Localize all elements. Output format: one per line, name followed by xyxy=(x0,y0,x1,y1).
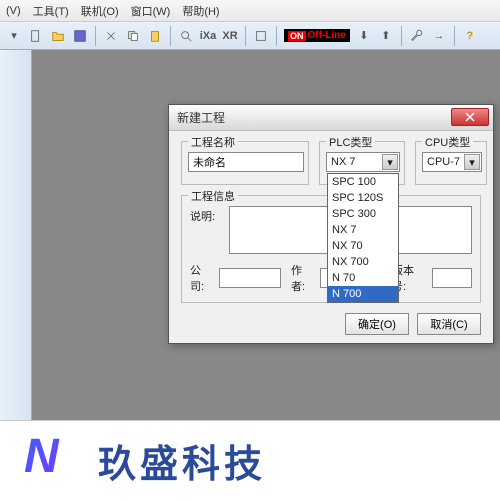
cpu-type-label: CPU类型 xyxy=(422,134,473,150)
toolbar: ▾ iXa XR ON Off-Line ⬇ ⬆ → ? xyxy=(0,22,500,50)
ok-button[interactable]: 确定(O) xyxy=(345,313,409,335)
logo-icon: N xyxy=(24,433,80,489)
menu-window[interactable]: 窗口(W) xyxy=(131,3,171,19)
menu-help[interactable]: 帮助(H) xyxy=(182,3,219,19)
plc-type-value: NX 7 xyxy=(331,156,355,168)
menu-online[interactable]: 联机(O) xyxy=(81,3,119,19)
plc-option[interactable]: SPC 120S xyxy=(328,190,398,206)
settings-icon[interactable] xyxy=(251,26,271,46)
project-info-label: 工程信息 xyxy=(188,188,238,204)
plc-option[interactable]: NX 7 xyxy=(328,222,398,238)
upload-icon[interactable]: ⬆ xyxy=(376,26,396,46)
plc-option[interactable]: SPC 300 xyxy=(328,206,398,222)
company-label: 公司: xyxy=(190,262,215,294)
on-badge: ON xyxy=(288,31,306,41)
footer: N 玖盛科技 xyxy=(0,420,500,500)
plc-type-label: PLC类型 xyxy=(326,134,375,150)
plc-dropdown: SPC 24SSPC 100SPC 120SSPC 300NX 7NX 70NX… xyxy=(327,173,399,303)
cpu-type-select[interactable]: CPU-7 ▾ xyxy=(422,152,482,172)
open-icon[interactable] xyxy=(48,26,68,46)
chevron-down-icon: ▾ xyxy=(382,154,398,170)
copy-icon[interactable] xyxy=(123,26,143,46)
close-icon xyxy=(465,112,475,122)
close-button[interactable] xyxy=(451,108,489,126)
offline-indicator[interactable]: ON Off-Line xyxy=(284,29,350,42)
menu-tools[interactable]: 工具(T) xyxy=(33,3,69,19)
dialog-titlebar: 新建工程 xyxy=(169,105,493,131)
description-label: 说明: xyxy=(190,206,223,224)
arrow-right-icon[interactable]: → xyxy=(429,26,449,46)
wrench-icon[interactable] xyxy=(407,26,427,46)
save-icon[interactable] xyxy=(70,26,90,46)
xr2-icon[interactable]: XR xyxy=(220,26,240,46)
chevron-down-icon: ▾ xyxy=(464,154,480,170)
cpu-type-value: CPU-7 xyxy=(427,156,460,168)
dialog-title: 新建工程 xyxy=(177,109,225,126)
project-name-label: 工程名称 xyxy=(188,134,238,150)
sidebar xyxy=(0,50,32,420)
project-name-input[interactable] xyxy=(188,152,304,172)
new-icon[interactable] xyxy=(26,26,46,46)
plc-option[interactable]: SPC 100 xyxy=(328,174,398,190)
cut-icon[interactable] xyxy=(101,26,121,46)
menubar: (V) 工具(T) 联机(O) 窗口(W) 帮助(H) xyxy=(0,0,500,22)
offline-text: Off-Line xyxy=(308,30,346,41)
plc-option[interactable]: N 700 xyxy=(328,286,398,302)
search-icon[interactable] xyxy=(176,26,196,46)
menu-view[interactable]: (V) xyxy=(6,5,21,17)
download-icon[interactable]: ⬇ xyxy=(354,26,374,46)
plc-option[interactable]: NX 700 xyxy=(328,254,398,270)
help-icon[interactable]: ? xyxy=(460,26,480,46)
new-project-dialog: 新建工程 工程名称 PLC类型 NX 7 ▾ SPC 24SSPC 100SPC… xyxy=(168,104,494,344)
plc-option[interactable]: NX 70 xyxy=(328,238,398,254)
author-label: 作者: xyxy=(291,262,316,294)
xr-icon[interactable]: iXa xyxy=(198,26,218,46)
company-input[interactable] xyxy=(219,268,281,288)
brand-text: 玖盛科技 xyxy=(98,433,266,488)
version-input[interactable] xyxy=(432,268,472,288)
tool-down-icon[interactable]: ▾ xyxy=(4,26,24,46)
plc-option[interactable]: N 70 xyxy=(328,270,398,286)
paste-icon[interactable] xyxy=(145,26,165,46)
cancel-button[interactable]: 取消(C) xyxy=(417,313,481,335)
plc-type-select[interactable]: NX 7 ▾ SPC 24SSPC 100SPC 120SSPC 300NX 7… xyxy=(326,152,400,172)
